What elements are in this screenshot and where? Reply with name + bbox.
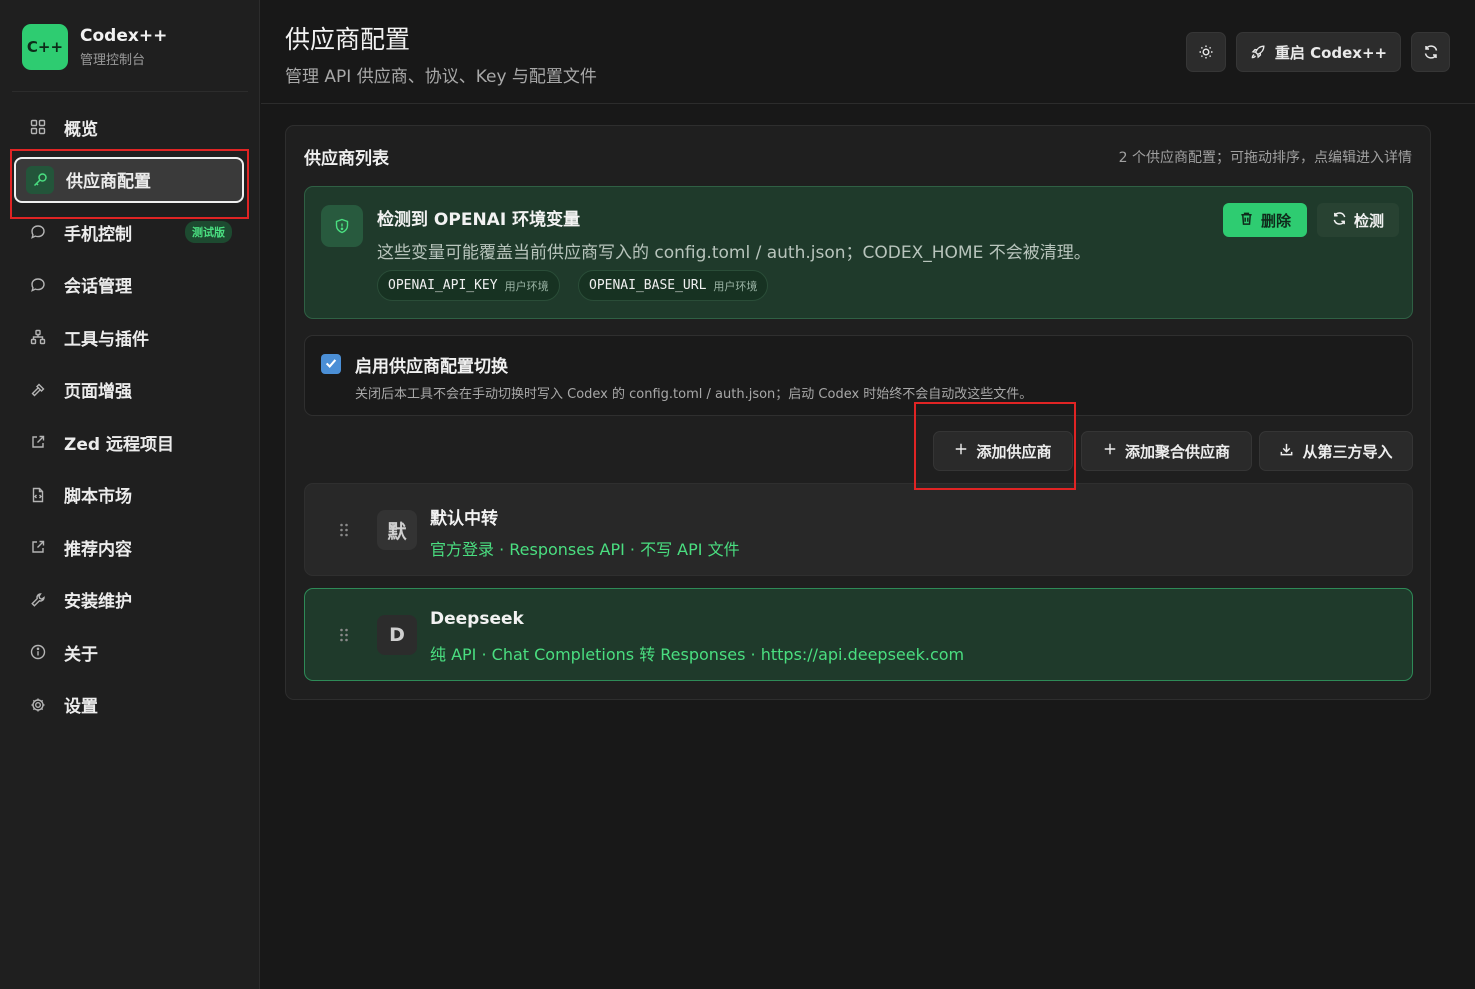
page-title: 供应商配置 — [285, 25, 411, 54]
wrench-icon — [26, 588, 50, 612]
provider-name: 默认中转 — [430, 509, 498, 529]
brand: C++ Codex++ 管理控制台 — [22, 24, 167, 70]
external-link-icon — [26, 535, 50, 559]
env-var-scope: 用户环境 — [713, 279, 758, 293]
provider-count: 2 个供应商配置；可拖动排序，点编辑进入详情 — [1118, 150, 1412, 166]
divider — [12, 91, 248, 92]
env-var-key: OPENAI_BASE_URL — [589, 278, 707, 293]
provider-card-deepseek[interactable]: D Deepseek 纯 API · Chat Completions 转 Re… — [304, 588, 1413, 681]
sidebar-item-label: 脚本市场 — [64, 487, 132, 507]
chat-icon — [26, 220, 50, 244]
sidebar-item-label: 供应商配置 — [66, 172, 151, 192]
provider-avatar: D — [377, 615, 417, 655]
env-var-tag: OPENAI_BASE_URL 用户环境 — [578, 270, 769, 301]
refresh-icon — [1423, 44, 1439, 60]
env-var-tag: OPENAI_API_KEY 用户环境 — [377, 270, 560, 301]
restart-label: 重启 Codex++ — [1274, 43, 1388, 62]
sidebar-item-label: 页面增强 — [64, 382, 132, 402]
theme-toggle-button[interactable] — [1186, 32, 1226, 72]
chat-icon — [26, 273, 50, 297]
sidebar-item-label: Zed 远程项目 — [64, 434, 174, 455]
plus-icon — [1103, 442, 1125, 460]
provider-card-default-relay[interactable]: 默 默认中转 官方登录 · Responses API · 不写 API 文件 — [304, 483, 1413, 576]
enable-switch-checkbox[interactable] — [321, 354, 341, 374]
sidebar-item-settings[interactable]: 设置 — [14, 682, 244, 728]
rocket-icon — [1250, 44, 1266, 60]
sidebar-item-script-market[interactable]: 脚本市场 — [14, 472, 244, 518]
add-aggregate-provider-button[interactable]: 添加聚合供应商 — [1081, 431, 1252, 471]
refresh-button[interactable] — [1411, 32, 1450, 72]
restart-button[interactable]: 重启 Codex++ — [1236, 32, 1401, 72]
sidebar-item-about[interactable]: 关于 — [14, 629, 244, 675]
sidebar-item-page-enhance[interactable]: 页面增强 — [14, 367, 244, 413]
provider-avatar: 默 — [377, 510, 417, 550]
network-icon — [26, 325, 50, 349]
script-file-icon — [26, 483, 50, 507]
sidebar-item-phone-control[interactable]: 手机控制 测试版 — [14, 209, 244, 255]
sidebar-item-label: 手机控制 — [64, 224, 132, 245]
sidebar-nav: 概览 供应商配置 手机控制 测试版 会话管理 工具与插件 页面增强 Zed 远程… — [14, 104, 244, 734]
panel-title: 供应商列表 — [304, 149, 389, 169]
sidebar-item-zed-remote[interactable]: Zed 远程项目 — [14, 419, 244, 465]
env-var-scope: 用户环境 — [504, 279, 549, 293]
sidebar-item-label: 安装维护 — [64, 592, 132, 612]
app-logo: C++ — [22, 24, 68, 70]
add-aggregate-label: 添加聚合供应商 — [1124, 442, 1230, 461]
download-icon — [1279, 442, 1302, 461]
provider-list-panel: 供应商列表 2 个供应商配置；可拖动排序，点编辑进入详情 检测到 OPENAI … — [285, 125, 1431, 700]
env-warning-description: 这些变量可能覆盖当前供应商写入的 config.toml / auth.json… — [377, 243, 1091, 263]
delete-label: 删除 — [1260, 211, 1291, 230]
refresh-icon — [1332, 211, 1347, 230]
import-label: 从第三方导入 — [1302, 442, 1393, 461]
grid-icon — [26, 115, 50, 139]
sidebar-item-overview[interactable]: 概览 — [14, 104, 244, 150]
key-icon — [26, 165, 54, 194]
import-third-party-button[interactable]: 从第三方导入 — [1259, 431, 1413, 471]
check-label: 检测 — [1353, 211, 1384, 230]
provider-switch-card: 启用供应商配置切换 关闭后本工具不会在手动切换时写入 Codex 的 confi… — [304, 335, 1413, 416]
sidebar-item-label: 概览 — [64, 119, 98, 140]
sidebar-item-label: 会话管理 — [64, 277, 132, 297]
page-header: 供应商配置 管理 API 供应商、协议、Key 与配置文件 重启 Codex++ — [261, 0, 1475, 104]
sidebar-item-providers[interactable]: 供应商配置 — [14, 156, 244, 203]
switch-title: 启用供应商配置切换 — [355, 357, 508, 377]
env-var-key: OPENAI_API_KEY — [388, 278, 498, 293]
provider-name: Deepseek — [430, 609, 524, 629]
delete-env-button[interactable]: 删除 — [1223, 203, 1307, 237]
beta-badge: 测试版 — [185, 221, 232, 243]
info-icon — [26, 640, 50, 664]
add-provider-label: 添加供应商 — [976, 442, 1052, 461]
env-warning-title: 检测到 OPENAI 环境变量 — [377, 210, 581, 230]
plus-icon — [954, 442, 976, 460]
gear-icon — [26, 693, 50, 717]
app-name: Codex++ — [80, 26, 168, 46]
page-subtitle: 管理 API 供应商、协议、Key 与配置文件 — [285, 67, 597, 87]
sidebar-item-sessions[interactable]: 会话管理 — [14, 262, 244, 308]
app-subtitle: 管理控制台 — [80, 53, 146, 68]
drag-handle-icon[interactable] — [339, 522, 349, 542]
sidebar-item-label: 设置 — [64, 697, 98, 717]
check-icon — [324, 355, 338, 374]
env-warning-card: 检测到 OPENAI 环境变量 这些变量可能覆盖当前供应商写入的 config.… — [304, 186, 1413, 319]
sidebar-item-install-maintain[interactable]: 安装维护 — [14, 577, 244, 623]
sidebar-item-label: 推荐内容 — [64, 539, 132, 560]
sidebar: C++ Codex++ 管理控制台 概览 供应商配置 手机控制 测试版 会话管理… — [0, 0, 260, 989]
sidebar-item-recommended[interactable]: 推荐内容 — [14, 524, 244, 570]
shield-icon — [321, 205, 363, 247]
check-env-button[interactable]: 检测 — [1317, 203, 1399, 237]
external-link-icon — [26, 430, 50, 454]
add-provider-button[interactable]: 添加供应商 — [933, 431, 1073, 471]
provider-meta: 官方登录 · Responses API · 不写 API 文件 — [430, 540, 740, 559]
sun-icon — [1198, 44, 1214, 60]
provider-meta: 纯 API · Chat Completions 转 Responses · h… — [430, 645, 965, 664]
switch-description: 关闭后本工具不会在手动切换时写入 Codex 的 config.toml / a… — [355, 387, 1033, 402]
sidebar-item-label: 关于 — [64, 644, 98, 665]
hammer-icon — [26, 378, 50, 402]
sidebar-item-tools-plugins[interactable]: 工具与插件 — [14, 314, 244, 360]
trash-icon — [1239, 211, 1254, 230]
drag-handle-icon[interactable] — [339, 627, 349, 647]
sidebar-item-label: 工具与插件 — [64, 329, 149, 350]
